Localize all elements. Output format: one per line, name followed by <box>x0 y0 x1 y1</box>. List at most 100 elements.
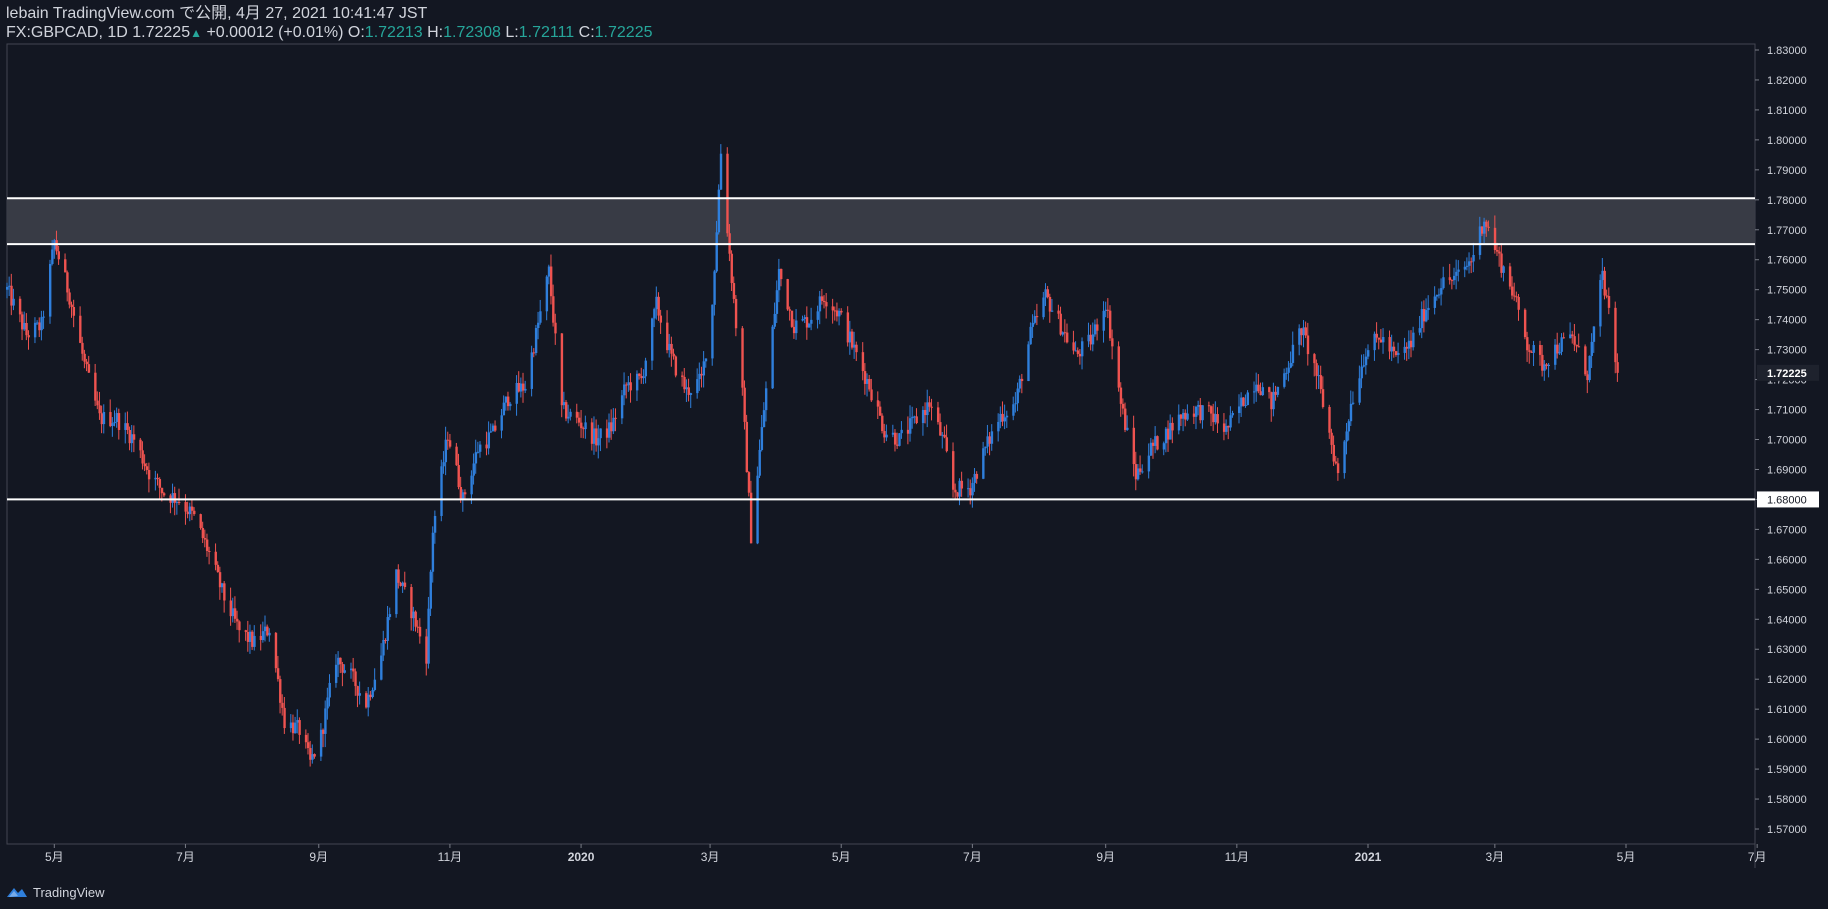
candle-body <box>1059 313 1062 335</box>
candle-body <box>472 463 475 476</box>
candle-body <box>1334 461 1338 464</box>
candle-body <box>1351 402 1355 404</box>
candle-body <box>620 395 624 419</box>
candle <box>580 409 583 438</box>
candle <box>124 412 127 444</box>
candle-body <box>713 271 716 305</box>
candle <box>40 310 43 341</box>
candle-body <box>941 434 944 436</box>
candle <box>1018 375 1022 393</box>
candle <box>42 310 45 329</box>
candle-body <box>936 407 940 423</box>
candle-body <box>1592 326 1596 342</box>
candle-body <box>831 306 835 311</box>
candle <box>582 426 585 439</box>
candle-body <box>565 402 568 419</box>
candle-body <box>205 539 209 552</box>
candle-body <box>218 572 222 588</box>
candle <box>313 753 316 759</box>
candle-body <box>885 434 888 438</box>
candle <box>1405 342 1409 361</box>
candle-body <box>1154 436 1157 446</box>
candle <box>53 238 56 259</box>
candle-body <box>1087 334 1090 342</box>
candle <box>629 373 632 403</box>
last-price-label: 1.72225 <box>1767 368 1807 380</box>
candle <box>1573 323 1576 352</box>
candle-body <box>231 608 235 617</box>
candle <box>283 696 286 734</box>
candle-body <box>487 432 491 449</box>
candle-body <box>610 422 613 432</box>
candle-body <box>18 298 22 315</box>
candle <box>371 687 374 699</box>
candle <box>1562 332 1566 339</box>
candle-body <box>1405 346 1409 349</box>
candle <box>788 306 792 321</box>
candle-body <box>373 679 377 690</box>
plot-area[interactable] <box>6 43 1756 845</box>
candle-body <box>1268 387 1271 393</box>
candle-body <box>1246 392 1249 406</box>
candle <box>274 632 278 673</box>
candle-body <box>1091 334 1095 345</box>
candle-body <box>1257 384 1260 392</box>
candle-body <box>730 253 733 284</box>
candle-body <box>1425 310 1428 322</box>
candle-body <box>926 402 929 416</box>
candle-body <box>1364 356 1368 366</box>
candle <box>803 314 807 324</box>
candle <box>384 638 387 644</box>
candlestick-chart[interactable]: 1.83000 1.82000 1.81000 1.80000 1.79000 1.780… <box>0 0 1828 909</box>
candle-body <box>412 611 415 619</box>
candle <box>117 408 121 440</box>
candle <box>109 399 112 428</box>
candle-body <box>848 331 852 343</box>
candle-body <box>145 466 149 470</box>
candle <box>1375 322 1378 343</box>
resistance-zone[interactable] <box>7 198 1755 245</box>
candle-body <box>627 382 630 386</box>
candle-body <box>1074 350 1077 352</box>
candle <box>276 655 280 682</box>
candle-body <box>1229 415 1232 428</box>
candle <box>171 483 174 508</box>
candle <box>1588 355 1591 383</box>
candle-body <box>399 582 402 586</box>
candle-body <box>414 611 417 627</box>
candle-body <box>27 335 30 338</box>
candle <box>945 424 948 453</box>
candle-body <box>1167 428 1170 440</box>
candle <box>1164 426 1168 453</box>
candle <box>1059 306 1062 336</box>
candle-body <box>506 396 510 407</box>
candle-body <box>863 371 867 384</box>
candle-body <box>608 422 611 438</box>
candle-body <box>597 438 600 446</box>
candle-body <box>644 360 647 377</box>
candle-body <box>780 268 783 280</box>
y-tick-label: 1.63000 <box>1767 644 1807 656</box>
candle <box>1222 413 1226 441</box>
candle-body <box>111 423 114 426</box>
candle-body <box>352 668 355 672</box>
candle-body <box>1358 378 1361 403</box>
candle-body <box>913 416 916 418</box>
candle-body <box>818 296 822 312</box>
candle <box>1005 410 1009 428</box>
candle-body <box>504 396 508 403</box>
candle-body <box>921 409 925 424</box>
candle <box>175 500 179 515</box>
candle <box>433 510 437 544</box>
candle <box>500 408 503 439</box>
candle-body <box>1498 251 1501 254</box>
candle <box>448 433 452 449</box>
candle <box>1379 329 1383 343</box>
candle <box>1302 320 1305 348</box>
candle <box>1179 413 1183 426</box>
candle-body <box>1078 353 1082 357</box>
candle-body <box>659 315 663 323</box>
candle <box>1433 286 1437 315</box>
candle-body <box>816 311 819 320</box>
candle <box>190 499 194 521</box>
